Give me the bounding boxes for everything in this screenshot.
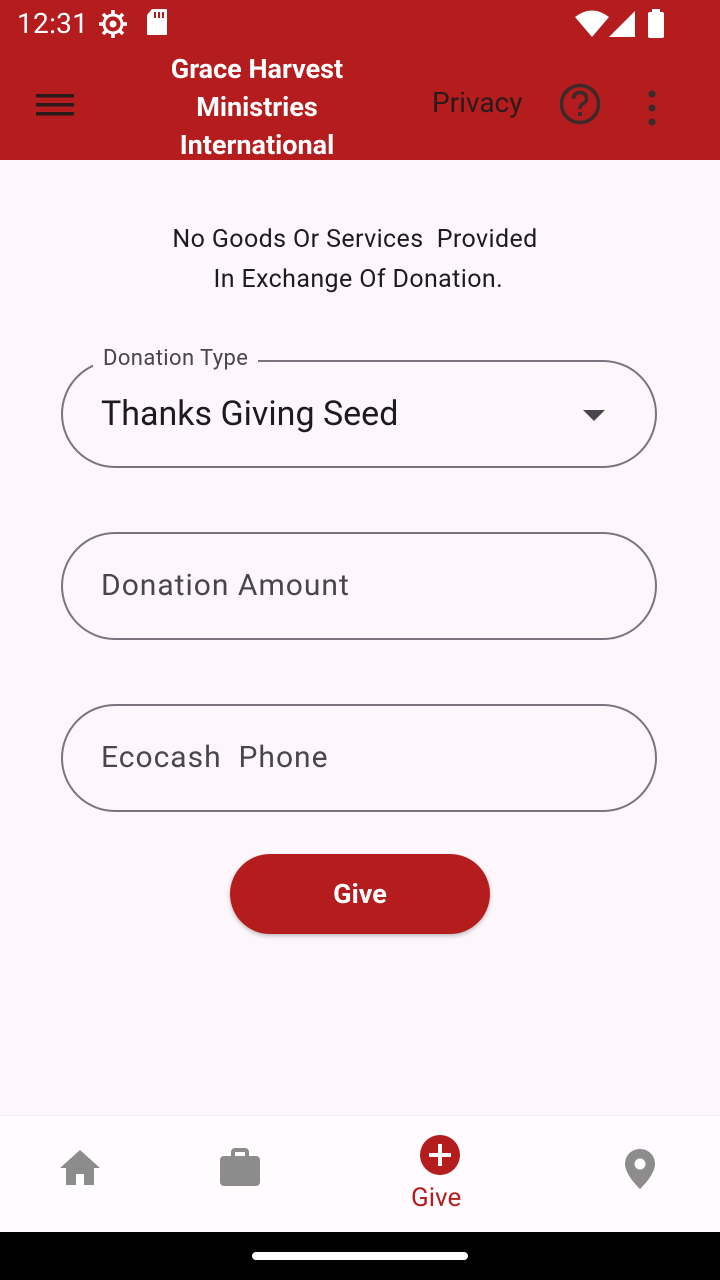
nav-briefcase[interactable] <box>200 1116 280 1233</box>
notice-line-2: In Exchange Of Donation. <box>206 265 504 294</box>
nav-give[interactable] <box>380 1116 500 1233</box>
nav-give-label: Give <box>411 1183 462 1213</box>
help-circle-icon[interactable] <box>558 82 602 126</box>
donation-type-value: Thanks Giving Seed <box>101 394 399 434</box>
app-title-line-3: International <box>179 129 335 161</box>
app-title-line-2: Ministries <box>196 91 318 123</box>
donation-type-dropdown[interactable]: Donation Type Thanks Giving Seed <box>61 346 657 468</box>
notice-line-1: No Goods Or Services Provided <box>172 225 538 254</box>
app-title-line-1: Grace Harvest <box>170 53 344 85</box>
app-bar: Grace Harvest Ministries International P… <box>0 48 720 161</box>
donation-amount-field[interactable]: Donation Amount <box>61 532 657 640</box>
ecocash-phone-field[interactable]: Ecocash Phone <box>61 704 657 812</box>
ecocash-phone-placeholder: Ecocash Phone <box>101 740 329 775</box>
home-icon <box>58 1148 102 1192</box>
bottom-navigation <box>0 1115 720 1233</box>
app-title: Grace Harvest Ministries International <box>142 50 372 164</box>
dropdown-arrow-icon <box>583 410 605 421</box>
more-vert-icon[interactable] <box>640 88 664 128</box>
home-gesture-pill[interactable] <box>252 1252 468 1260</box>
location-pin-icon <box>624 1148 656 1194</box>
status-time: 12:31 <box>17 7 89 40</box>
sd-card-icon <box>146 8 168 40</box>
nav-location[interactable] <box>600 1116 680 1233</box>
add-circle-icon <box>419 1134 461 1180</box>
settings-gear-icon <box>97 8 129 44</box>
donation-notice: No Goods Or Services Provided In Exchang… <box>0 220 710 300</box>
nav-home[interactable] <box>40 1116 120 1233</box>
battery-icon <box>647 9 665 43</box>
privacy-link[interactable]: Privacy <box>432 86 522 119</box>
donation-amount-placeholder: Donation Amount <box>101 568 350 603</box>
hamburger-menu-icon[interactable] <box>36 90 76 120</box>
give-button[interactable]: Give <box>230 854 490 934</box>
donation-type-label: Donation Type <box>93 346 259 371</box>
wifi-icon <box>575 10 609 42</box>
cell-signal-icon <box>608 10 636 42</box>
briefcase-icon <box>218 1148 262 1192</box>
status-bar: 12:31 <box>0 0 720 48</box>
